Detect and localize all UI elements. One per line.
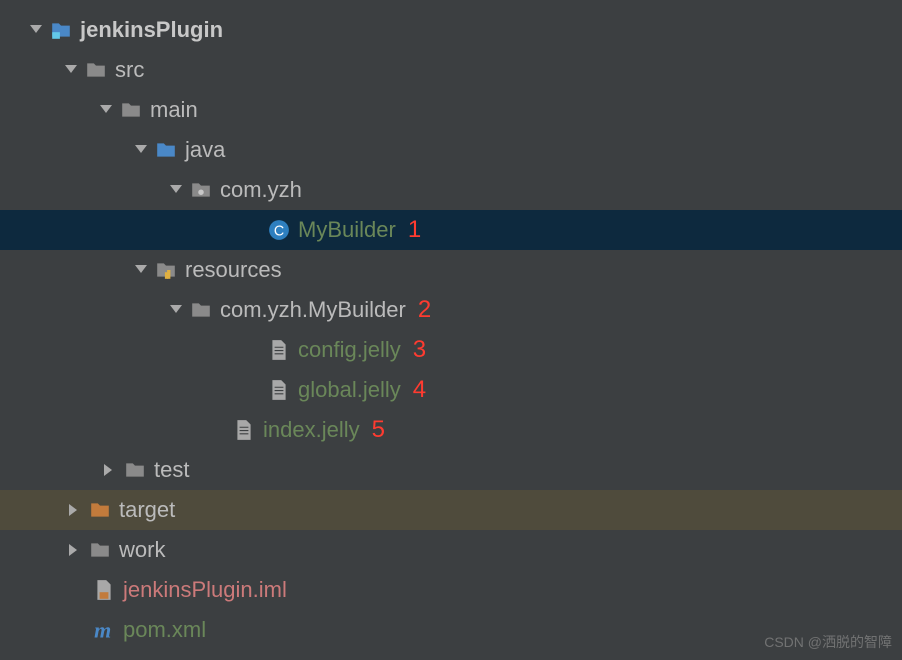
spacer (205, 424, 225, 436)
iml-file-icon (93, 579, 115, 601)
folder-label: com.yzh.MyBuilder (220, 297, 406, 323)
folder-icon (120, 99, 142, 121)
tree-file-config-jelly[interactable]: config.jelly 3 (0, 330, 902, 370)
file-label: pom.xml (123, 617, 206, 643)
file-label: jenkinsPlugin.iml (123, 577, 287, 603)
chevron-down-icon (135, 265, 147, 277)
annotation-2: 2 (418, 296, 431, 324)
chevron-down-icon (170, 305, 182, 317)
file-label: index.jelly (263, 417, 360, 443)
folder-label: resources (185, 257, 282, 283)
spacer (240, 224, 260, 236)
chevron-right-icon (69, 504, 81, 516)
file-icon (233, 419, 255, 441)
tree-class-mybuilder[interactable]: C MyBuilder 1 (0, 210, 902, 250)
file-label: global.jelly (298, 377, 401, 403)
folder-label: target (119, 497, 175, 523)
svg-text:C: C (274, 224, 284, 240)
file-icon (268, 339, 290, 361)
class-label: MyBuilder (298, 217, 396, 243)
tree-folder-java[interactable]: java (0, 130, 902, 170)
folder-icon (89, 539, 111, 561)
tree-file-iml[interactable]: jenkinsPlugin.iml (0, 570, 902, 610)
folder-icon (190, 299, 212, 321)
tree-folder-jenkinsplugin[interactable]: jenkinsPlugin (0, 10, 902, 50)
folder-label: test (154, 457, 189, 483)
chevron-down-icon (135, 145, 147, 157)
annotation-1: 1 (408, 216, 421, 244)
folder-label: src (115, 57, 144, 83)
class-icon: C (268, 219, 290, 241)
chevron-down-icon (65, 65, 77, 77)
package-icon (190, 179, 212, 201)
tree-folder-work[interactable]: work (0, 530, 902, 570)
file-icon (268, 379, 290, 401)
tree-folder-main[interactable]: main (0, 90, 902, 130)
folder-label: main (150, 97, 198, 123)
excluded-folder-icon (89, 499, 111, 521)
project-tree: jenkinsPlugin src main java com.yzh (0, 0, 902, 650)
chevron-down-icon (100, 105, 112, 117)
module-folder-icon (50, 19, 72, 41)
file-label: config.jelly (298, 337, 401, 363)
tree-folder-src[interactable]: src (0, 50, 902, 90)
folder-label: java (185, 137, 225, 163)
folder-icon (85, 59, 107, 81)
annotation-5: 5 (372, 416, 385, 444)
svg-text:m: m (94, 619, 111, 641)
tree-folder-target[interactable]: target (0, 490, 902, 530)
folder-label: work (119, 537, 165, 563)
annotation-4: 4 (413, 376, 426, 404)
tree-folder-test[interactable]: test (0, 450, 902, 490)
chevron-down-icon (30, 25, 42, 37)
spacer (65, 584, 85, 596)
tree-folder-com-yzh-mybuilder[interactable]: com.yzh.MyBuilder 2 (0, 290, 902, 330)
tree-file-index-jelly[interactable]: index.jelly 5 (0, 410, 902, 450)
source-folder-icon (155, 139, 177, 161)
chevron-right-icon (69, 544, 81, 556)
spacer (240, 344, 260, 356)
folder-label: jenkinsPlugin (80, 17, 223, 43)
chevron-down-icon (170, 185, 182, 197)
spacer (240, 384, 260, 396)
maven-icon: m (93, 619, 115, 641)
tree-file-global-jelly[interactable]: global.jelly 4 (0, 370, 902, 410)
chevron-right-icon (104, 464, 116, 476)
spacer (65, 624, 85, 636)
package-label: com.yzh (220, 177, 302, 203)
tree-package-com-yzh[interactable]: com.yzh (0, 170, 902, 210)
tree-folder-resources[interactable]: resources (0, 250, 902, 290)
annotation-3: 3 (413, 336, 426, 364)
resources-folder-icon (155, 259, 177, 281)
folder-icon (124, 459, 146, 481)
watermark: CSDN @洒脱的智障 (764, 632, 892, 652)
